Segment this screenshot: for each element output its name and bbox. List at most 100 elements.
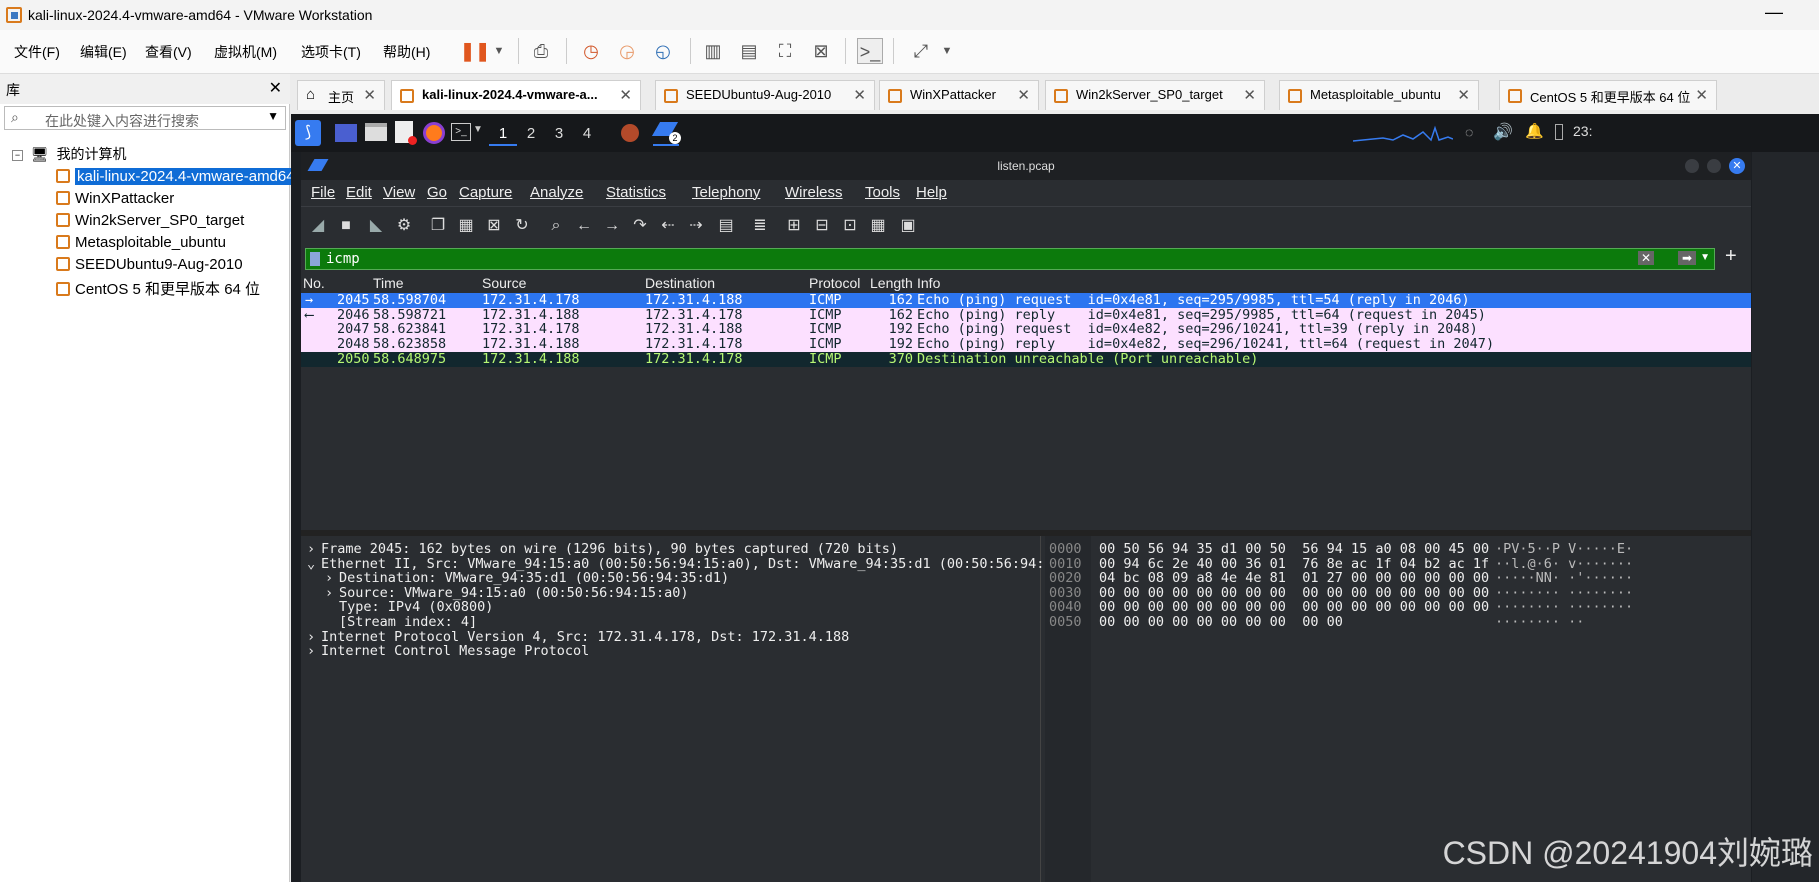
bookmark-icon[interactable]: [310, 252, 320, 266]
detail-row[interactable]: › Internet Control Message Protocol: [307, 644, 589, 659]
pause-icon[interactable]: ❚❚: [460, 38, 490, 64]
col-info[interactable]: Info: [917, 275, 940, 291]
packet-row[interactable]: 2050 58.648975 172.31.4.188 172.31.4.178 ICM…: [301, 351, 1751, 367]
menu-capture[interactable]: Capture: [459, 184, 512, 201]
thumbnail-bar-icon[interactable]: ▤: [736, 38, 762, 64]
terminal-icon[interactable]: >_: [451, 123, 471, 141]
tab-home[interactable]: ⌂ 主页 ✕: [297, 80, 385, 110]
show-library-icon[interactable]: ▥: [700, 38, 726, 64]
menu-telephony[interactable]: Telephony: [692, 184, 760, 201]
guest-desktop[interactable]: ⟆ >_ ▼ 1 2 3 4 2 ◌ 🔊 🔔 23: listen.pcap ✕: [291, 114, 1819, 882]
expand-arrow-icon[interactable]: ›: [307, 644, 321, 659]
col-source[interactable]: Source: [482, 275, 526, 291]
tree-item-win2k[interactable]: Win2kServer_SP0_target: [56, 212, 244, 232]
snapshot-manager-icon[interactable]: ◵: [650, 38, 676, 64]
display-filter-input[interactable]: icmp ✕ ➡ ▼: [305, 248, 1715, 270]
unity-icon[interactable]: ⊠: [808, 38, 834, 64]
menu-analyze[interactable]: Analyze: [530, 184, 583, 201]
apply-filter-icon[interactable]: ➡: [1677, 251, 1696, 265]
workspace-2[interactable]: 2: [517, 122, 545, 146]
send-ctrl-alt-del-icon[interactable]: ⎙: [528, 38, 554, 64]
close-icon[interactable]: ✕: [1017, 86, 1030, 104]
tab-seedubuntu[interactable]: SEEDUbuntu9-Aug-2010 ✕: [655, 80, 875, 110]
close-icon[interactable]: ✕: [1243, 86, 1256, 104]
zoom-out-icon[interactable]: ⊟: [811, 215, 833, 237]
restart-capture-icon[interactable]: ◣: [365, 215, 387, 237]
menu-tools[interactable]: Tools: [865, 184, 900, 201]
colorize-icon[interactable]: ≣: [749, 215, 771, 237]
network-icon[interactable]: ◌: [1465, 124, 1473, 140]
next-packet-icon[interactable]: →: [601, 215, 623, 237]
volume-icon[interactable]: 🔊: [1493, 122, 1513, 142]
menu-file[interactable]: File: [311, 184, 335, 201]
expand-arrow-icon[interactable]: ›: [325, 571, 339, 586]
stretch-guest-icon[interactable]: ⤢: [908, 38, 934, 64]
packet-row[interactable]: 2048 58.623858 172.31.4.188 172.31.4.178 ICM…: [301, 337, 1751, 353]
open-file-icon[interactable]: ❐: [427, 215, 449, 237]
tree-item-seedubuntu[interactable]: SEEDUbuntu9-Aug-2010: [56, 256, 243, 276]
find-packet-icon[interactable]: ⌕: [545, 215, 567, 237]
close-button[interactable]: ✕: [1729, 158, 1745, 174]
menu-view[interactable]: View: [383, 184, 415, 201]
normal-size-icon[interactable]: ⊡: [839, 215, 861, 237]
close-library-icon[interactable]: ✕: [269, 78, 282, 98]
chevron-down-icon[interactable]: ▼: [473, 124, 483, 135]
text-editor-icon[interactable]: [395, 121, 417, 145]
expand-arrow-icon[interactable]: ⌄: [307, 556, 321, 572]
zoom-in-icon[interactable]: ⊞: [783, 215, 805, 237]
col-protocol[interactable]: Protocol: [809, 275, 860, 291]
tab-kali[interactable]: kali-linux-2024.4-vmware-a... ✕: [391, 80, 641, 110]
first-packet-icon[interactable]: ⇠: [657, 215, 679, 237]
tree-item-winxp[interactable]: WinXPattacker: [56, 190, 174, 210]
chevron-down-icon[interactable]: ▼: [267, 109, 279, 123]
packet-row[interactable]: → 2045 58.598704 172.31.4.178 172.31.4.188 IC…: [301, 293, 1751, 308]
workspace-3[interactable]: 3: [545, 122, 573, 146]
taskbar-firefox-icon[interactable]: [621, 124, 639, 142]
tree-item-centos[interactable]: CentOS 5 和更早版本 64 位: [56, 278, 260, 298]
show-desktop-icon[interactable]: [335, 124, 357, 142]
revert-snapshot-icon[interactable]: ◶: [614, 38, 640, 64]
menu-vm[interactable]: 虚拟机(M): [214, 42, 277, 62]
tab-win2k[interactable]: Win2kServer_SP0_target ✕: [1045, 80, 1265, 110]
col-destination[interactable]: Destination: [645, 275, 715, 291]
minimize-button[interactable]: —: [1765, 2, 1783, 23]
tab-centos[interactable]: CentOS 5 和更早版本 64 位 ✕: [1499, 80, 1717, 110]
close-icon[interactable]: ✕: [853, 86, 866, 104]
close-icon[interactable]: ✕: [619, 86, 632, 104]
col-length[interactable]: Length: [870, 275, 913, 291]
library-search-input[interactable]: ⌕ 在此处键入内容进行搜索 ▼: [4, 106, 286, 130]
tree-root-my-computer[interactable]: − 🖥 我的计算机: [12, 144, 127, 164]
reload-file-icon[interactable]: ↻: [511, 215, 533, 237]
save-file-icon[interactable]: ▦: [455, 215, 477, 237]
previous-packet-icon[interactable]: ←: [573, 215, 595, 237]
taskbar-wireshark-icon[interactable]: 2: [651, 120, 681, 146]
console-view-icon[interactable]: >_: [857, 38, 883, 64]
layout-icon[interactable]: ▣: [897, 215, 919, 237]
collapse-icon[interactable]: −: [12, 150, 23, 161]
menu-edit[interactable]: Edit: [346, 184, 372, 201]
firefox-icon[interactable]: [423, 122, 445, 144]
menu-view[interactable]: 查看(V): [145, 42, 192, 62]
workspace-4[interactable]: 4: [573, 122, 601, 146]
notification-bell-icon[interactable]: 🔔: [1525, 122, 1544, 140]
close-file-icon[interactable]: ⊠: [483, 215, 505, 237]
last-packet-icon[interactable]: ⇢: [685, 215, 707, 237]
autoscroll-icon[interactable]: ▤: [715, 215, 737, 237]
close-icon[interactable]: ✕: [1695, 86, 1708, 104]
tab-winxp[interactable]: WinXPattacker ✕: [879, 80, 1039, 110]
menu-wireless[interactable]: Wireless: [785, 184, 843, 201]
add-filter-button-icon[interactable]: +: [1725, 245, 1737, 268]
menu-help[interactable]: Help: [916, 184, 947, 201]
go-to-packet-icon[interactable]: ↷: [629, 215, 651, 237]
minimize-button[interactable]: [1685, 159, 1699, 173]
menu-statistics[interactable]: Statistics: [606, 184, 666, 201]
file-manager-icon[interactable]: [365, 123, 387, 141]
kali-menu-icon[interactable]: ⟆: [295, 120, 321, 146]
chevron-down-icon[interactable]: ▼: [1700, 252, 1710, 263]
menu-help[interactable]: 帮助(H): [383, 42, 430, 62]
col-time[interactable]: Time: [373, 275, 404, 291]
close-icon[interactable]: ✕: [363, 86, 376, 104]
tab-metasploitable[interactable]: Metasploitable_ubuntu ✕: [1279, 80, 1479, 110]
stop-capture-icon[interactable]: ■: [335, 215, 357, 237]
snapshot-icon[interactable]: ◷: [578, 38, 604, 64]
